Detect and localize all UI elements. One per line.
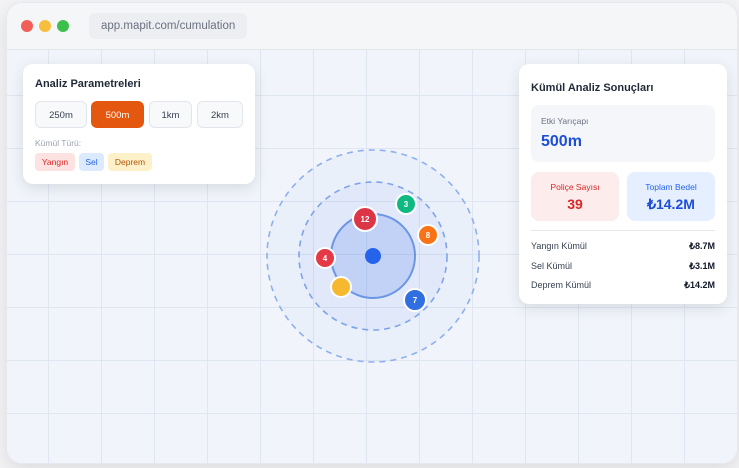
minimize-window-button[interactable] [39, 20, 51, 32]
result-row: Deprem Kümül ₺14.2M [531, 280, 715, 294]
close-window-button[interactable] [21, 20, 33, 32]
cumulation-type-label: Kümül Türü: [35, 138, 82, 148]
policy-count-card: Poliçe Sayısı 39 [531, 172, 619, 221]
radius-option-2km[interactable]: 2km [197, 101, 243, 128]
result-row-label: Deprem Kümül [531, 280, 592, 290]
radius-option-1km[interactable]: 1km [149, 101, 192, 128]
total-value-amount: ₺14.2M [647, 196, 695, 212]
type-tag-fire[interactable]: Yangın [35, 153, 75, 171]
panel-title: Analiz Parametreleri [35, 78, 141, 90]
cumulation-results-panel: Kümül Analiz Sonuçları Etki Yarıçapı 500… [519, 64, 727, 304]
panel-title: Kümül Analiz Sonuçları [531, 82, 654, 94]
total-value-label: Toplam Bedel [645, 182, 697, 192]
browser-window: app.mapit.com/cumulation 12 3 8 4 7 Analiz P… [6, 2, 738, 464]
center-point[interactable] [365, 248, 381, 264]
maximize-window-button[interactable] [57, 20, 69, 32]
address-bar[interactable]: app.mapit.com/cumulation [89, 13, 247, 39]
result-row-label: Sel Kümül [531, 261, 573, 271]
policy-count-label: Poliçe Sayısı [550, 182, 600, 192]
policy-marker-count: 7 [413, 296, 418, 305]
policy-marker[interactable] [330, 276, 352, 298]
policy-marker-count: 4 [323, 254, 328, 263]
result-row-value: ₺3.1M [689, 261, 715, 271]
impact-radius-label: Etki Yarıçapı [541, 116, 589, 126]
type-tag-flood[interactable]: Sel [79, 153, 104, 171]
policy-marker-count: 12 [361, 215, 370, 224]
policy-marker[interactable]: 7 [403, 288, 427, 312]
total-value-card: Toplam Bedel ₺14.2M [627, 172, 715, 221]
policy-marker[interactable]: 4 [314, 247, 336, 269]
policy-marker-count: 8 [426, 231, 431, 240]
policy-marker[interactable]: 8 [417, 224, 439, 246]
type-tag-earthquake[interactable]: Deprem [108, 153, 152, 171]
policy-marker[interactable]: 12 [352, 206, 378, 232]
result-row: Sel Kümül ₺3.1M [531, 261, 715, 275]
result-row-value: ₺14.2M [684, 280, 715, 290]
result-row-value: ₺8.7M [689, 241, 715, 251]
radius-option-250m[interactable]: 250m [35, 101, 87, 128]
radius-option-500m[interactable]: 500m [91, 101, 144, 128]
policy-marker[interactable]: 3 [395, 193, 417, 215]
policy-marker-dot[interactable] [330, 276, 352, 298]
result-row: Yangın Kümül ₺8.7M [531, 241, 715, 255]
impact-radius-value: 500m [541, 133, 582, 150]
divider [531, 230, 715, 231]
policy-marker-count: 3 [404, 200, 409, 209]
analysis-parameters-panel: Analiz Parametreleri 250m 500m 1km 2km K… [23, 64, 255, 184]
browser-titlebar: app.mapit.com/cumulation [7, 3, 737, 50]
result-row-label: Yangın Kümül [531, 241, 587, 251]
impact-radius-box: Etki Yarıçapı 500m [531, 105, 715, 162]
policy-count-value: 39 [567, 196, 583, 212]
